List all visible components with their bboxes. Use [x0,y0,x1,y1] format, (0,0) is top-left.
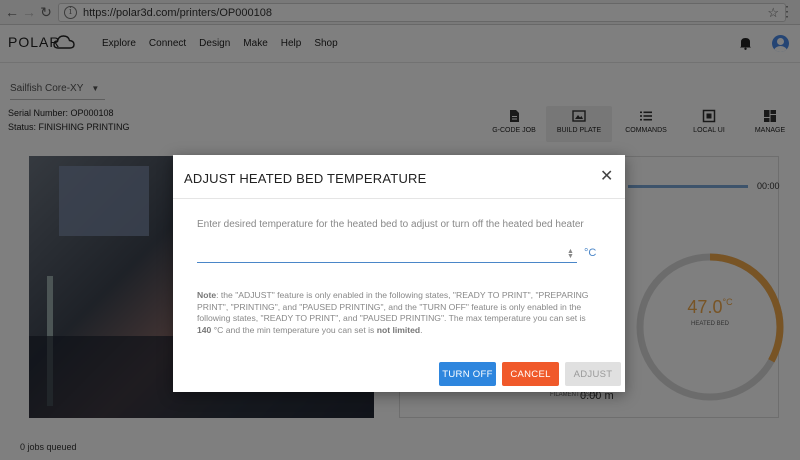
note-label: Note [197,290,217,300]
note-text: : the "ADJUST" feature is only enabled i… [197,290,589,323]
dialog-note: Note: the "ADJUST" feature is only enabl… [197,290,597,336]
note-max-temp: 140 [197,324,212,335]
adjust-bed-temperature-dialog: ADJUST HEATED BED TEMPERATURE ✕ Enter de… [173,155,625,392]
stepper-icon[interactable]: ▲ ▼ [567,248,574,260]
temperature-input[interactable] [197,245,577,263]
note-text: . [420,324,423,335]
adjust-button[interactable]: ADJUST [565,362,621,386]
note-min-temp: not limited [376,324,421,335]
dialog-divider [173,198,625,199]
close-icon[interactable]: ✕ [600,169,613,185]
temperature-unit: °C [584,247,597,259]
note-text: °C and the min temperature you can set i… [211,324,377,335]
dialog-prompt: Enter desired temperature for the heated… [197,219,584,230]
cancel-button[interactable]: CANCEL [502,362,559,386]
dialog-title: ADJUST HEATED BED TEMPERATURE [184,171,427,186]
turn-off-button[interactable]: TURN OFF [439,362,496,386]
